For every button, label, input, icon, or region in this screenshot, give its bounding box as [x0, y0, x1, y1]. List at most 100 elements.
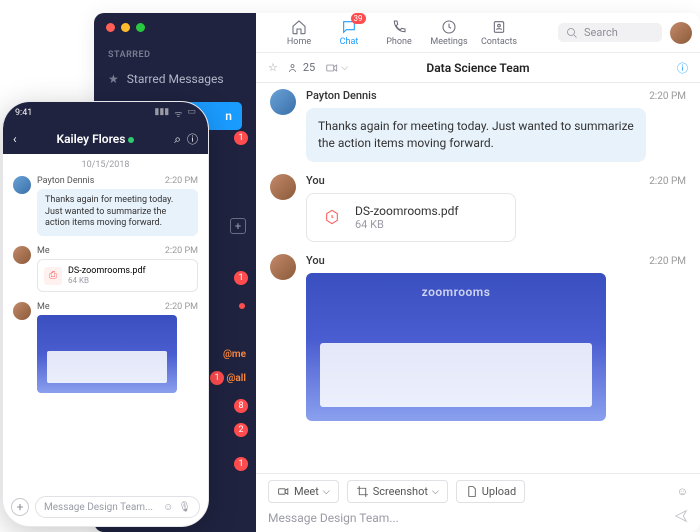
upload-button[interactable]: Upload — [456, 480, 525, 503]
image-brand-text: zoomrooms — [306, 285, 606, 299]
compose-placeholder: Message Design Team... — [44, 502, 153, 513]
file-icon — [465, 485, 478, 498]
avatar — [270, 89, 296, 115]
contacts-icon — [491, 19, 507, 35]
message-bubble: Thanks again for meeting today. Just wan… — [306, 108, 646, 162]
message: Me2:20 PM ⎙ DS-zoomrooms.pdf64 KB — [13, 246, 198, 292]
signal-icon: ▮▮▮ — [154, 107, 169, 120]
unread-badge: 2 — [234, 423, 248, 437]
add-icon[interactable]: + — [230, 218, 246, 234]
nav-meetings[interactable]: Meetings — [424, 19, 474, 47]
emoji-icon[interactable]: ☺ — [163, 502, 173, 513]
info-icon[interactable]: ⓘ — [187, 131, 198, 147]
mic-icon[interactable]: 🎙 — [178, 502, 191, 513]
chevron-down-icon: ⌵ — [323, 487, 330, 497]
image-attachment[interactable] — [37, 315, 177, 393]
search-icon[interactable]: ⌕ — [174, 132, 181, 147]
sidebar-item-starred-messages[interactable]: ★ Starred Messages — [94, 66, 256, 92]
message: You 2:20 PM zoomrooms — [270, 254, 686, 421]
unread-dot — [239, 303, 245, 309]
battery-icon: ▭ — [187, 107, 196, 120]
file-attachment[interactable]: DS-zoomrooms.pdf 64 KB — [306, 193, 516, 242]
message-time: 2:20 PM — [649, 256, 686, 267]
message: Payton Dennis 2:20 PM Thanks again for m… — [270, 89, 686, 162]
file-attachment[interactable]: ⎙ DS-zoomrooms.pdf64 KB — [37, 259, 198, 292]
avatar — [270, 174, 296, 200]
meet-button[interactable]: Meet ⌵ — [268, 480, 339, 503]
nav-label: Chat — [340, 37, 359, 47]
unread-badge: 1 — [234, 457, 248, 471]
filter-at-me[interactable]: @me — [223, 349, 246, 360]
phone-chat-body: Payton Dennis2:20 PM Thanks again for me… — [3, 176, 208, 393]
file-name: DS-zoomrooms.pdf — [355, 204, 459, 218]
info-icon[interactable]: ⓘ — [677, 60, 688, 76]
add-icon[interactable]: + — [11, 498, 29, 516]
nav-home[interactable]: Home — [274, 19, 324, 47]
compose-input[interactable]: Message Design Team... — [268, 509, 688, 526]
avatar — [13, 176, 31, 194]
sender-name: Payton Dennis — [306, 89, 377, 102]
minimize-icon[interactable] — [121, 23, 130, 32]
filter-at-all[interactable]: @all — [226, 373, 246, 384]
star-icon: ★ — [108, 72, 119, 86]
presence-dot — [128, 137, 134, 143]
phone-title: Kailey Flores — [23, 132, 169, 146]
video-icon[interactable]: ⌵ — [325, 61, 348, 75]
file-size: 64 KB — [68, 276, 146, 285]
window-controls[interactable] — [94, 13, 256, 42]
nav-contacts[interactable]: Contacts — [474, 19, 524, 47]
search-icon — [566, 27, 578, 39]
search-input[interactable]: Search — [558, 23, 662, 42]
nav-label: Meetings — [430, 37, 467, 47]
emoji-icon[interactable]: ☺ — [677, 485, 688, 498]
message-time: 2:20 PM — [649, 91, 686, 102]
back-icon[interactable]: ‹ — [13, 132, 17, 146]
chat-body: Payton Dennis 2:20 PM Thanks again for m… — [256, 83, 700, 473]
screenshot-button[interactable]: Screenshot ⌵ — [347, 480, 448, 503]
phone-header: ‹ Kailey Flores ⌕ ⓘ — [3, 124, 208, 154]
sender-name: Me — [37, 246, 50, 256]
close-icon[interactable] — [106, 23, 115, 32]
search-placeholder: Search — [584, 26, 618, 39]
send-icon[interactable] — [674, 509, 688, 526]
chat-badge: 39 — [351, 13, 366, 24]
sidebar-item-label: Starred Messages — [127, 72, 224, 86]
star-icon[interactable]: ☆ — [268, 61, 278, 74]
message: You 2:20 PM DS-zoomrooms.pdf 64 KB — [270, 174, 686, 242]
image-attachment[interactable]: zoomrooms — [306, 273, 606, 421]
message-time: 2:20 PM — [165, 176, 198, 186]
channel-title: Data Science Team — [256, 61, 700, 75]
maximize-icon[interactable] — [136, 23, 145, 32]
top-nav: Home 39 Chat Phone Meetings Contac — [256, 13, 700, 53]
sender-name: You — [306, 254, 325, 267]
wifi-icon: ᯤ — [174, 107, 182, 120]
compose-placeholder: Message Design Team... — [268, 511, 399, 525]
avatar[interactable] — [670, 22, 692, 44]
status-bar: 9:41 ▮▮▮ ᯤ ▭ — [3, 102, 208, 124]
status-time: 9:41 — [15, 108, 32, 118]
video-icon — [277, 485, 290, 498]
nav-label: Home — [287, 37, 311, 47]
unread-badge: 8 — [234, 399, 248, 413]
clock-icon — [441, 19, 457, 35]
unread-badge: 1 — [234, 271, 248, 285]
channel-header: ☆ 25 ⌵ Data Science Team ⓘ — [256, 53, 700, 83]
message-time: 2:20 PM — [165, 302, 198, 312]
phone-compose: + Message Design Team... ☺ 🎙 — [11, 496, 200, 518]
date-divider: 10/15/2018 — [3, 154, 208, 176]
phone-icon — [391, 19, 407, 35]
avatar — [13, 246, 31, 264]
crop-icon — [356, 485, 369, 498]
nav-phone[interactable]: Phone — [374, 19, 424, 47]
pdf-icon: ⎙ — [44, 267, 62, 285]
main-panel: Home 39 Chat Phone Meetings Contac — [256, 13, 700, 532]
file-name: DS-zoomrooms.pdf — [68, 266, 146, 276]
file-size: 64 KB — [355, 218, 459, 231]
sidebar-section-starred: STARRED — [94, 42, 256, 66]
member-count[interactable]: 25 — [288, 61, 315, 74]
nav-chat[interactable]: 39 Chat — [324, 19, 374, 47]
unread-badge: 1 — [234, 131, 248, 145]
chat-footer: Meet ⌵ Screenshot ⌵ Upload ☺ Mess — [256, 473, 700, 532]
compose-input[interactable]: Message Design Team... ☺ 🎙 — [35, 496, 200, 518]
sender-name: Payton Dennis — [37, 176, 94, 186]
